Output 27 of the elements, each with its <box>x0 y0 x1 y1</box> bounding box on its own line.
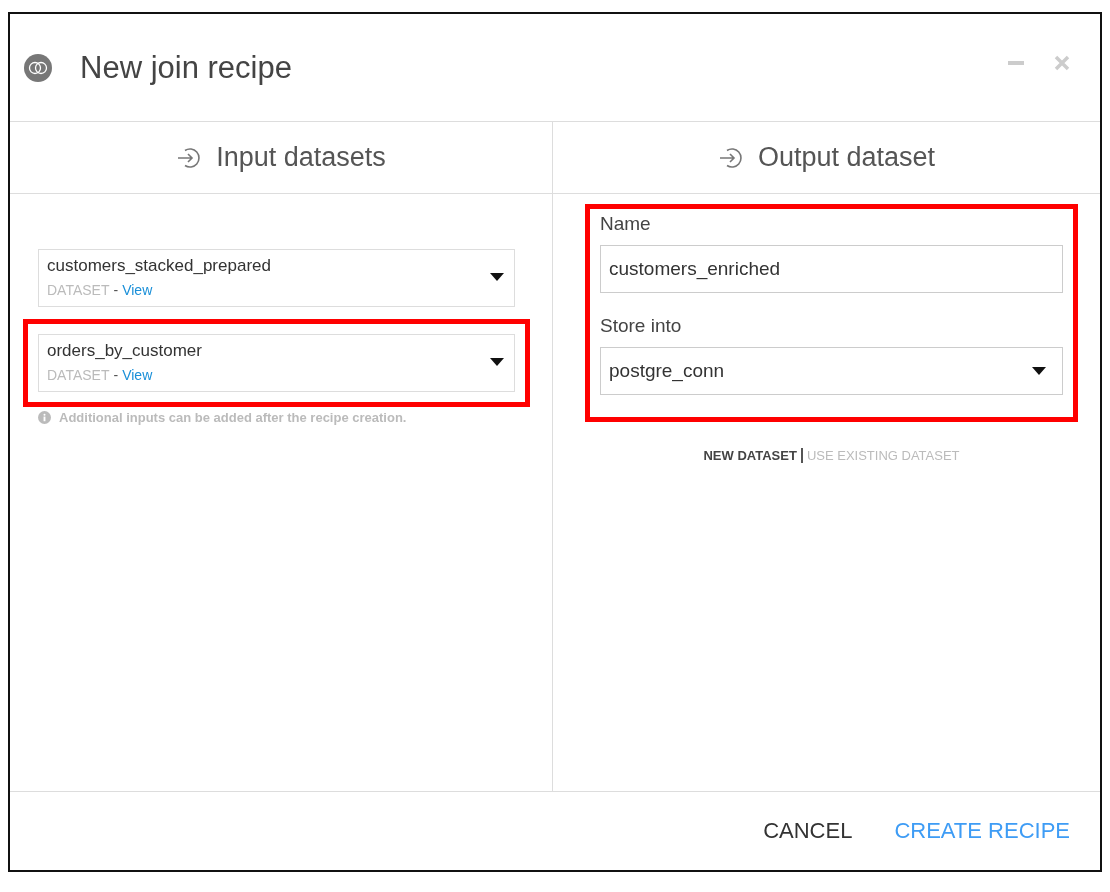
view-link[interactable]: View <box>122 367 153 383</box>
caret-down-icon <box>490 273 504 281</box>
view-link[interactable]: View <box>122 282 153 298</box>
field-label: Store into <box>600 315 683 337</box>
close-icon[interactable] <box>1054 54 1070 71</box>
separator-text: - <box>113 282 119 298</box>
dataset-select[interactable]: orders_by_customer DATASET - View <box>38 334 515 392</box>
info-note: Additional inputs can be added after the recipe creation. <box>59 410 407 425</box>
dataset-type: DATASET <box>47 367 110 383</box>
mode-toggle[interactable]: NEW DATASET <box>703 448 797 463</box>
dataset-name: customers_stacked_prepared <box>47 256 272 276</box>
minimize-icon[interactable] <box>1008 60 1024 65</box>
name-input[interactable]: customers_enriched <box>600 245 1063 293</box>
column-title: Input datasets <box>216 142 386 173</box>
store-select[interactable]: postgre_conn <box>600 347 1063 395</box>
field-label: Name <box>600 213 652 235</box>
caret-down-icon <box>490 358 504 366</box>
dataset-type: DATASET <box>47 282 110 298</box>
dataset-select[interactable]: customers_stacked_prepared DATASET - View <box>38 249 515 307</box>
info-icon <box>38 411 51 424</box>
cancel-button[interactable]: CANCEL <box>763 814 853 848</box>
dialog-title: New join recipe <box>80 49 293 86</box>
column-title: Output dataset <box>757 142 936 173</box>
caret-down-icon <box>1032 367 1046 375</box>
separator-text: - <box>113 367 119 383</box>
join-logo-icon <box>24 53 52 82</box>
dataset-name: orders_by_customer <box>47 341 203 361</box>
